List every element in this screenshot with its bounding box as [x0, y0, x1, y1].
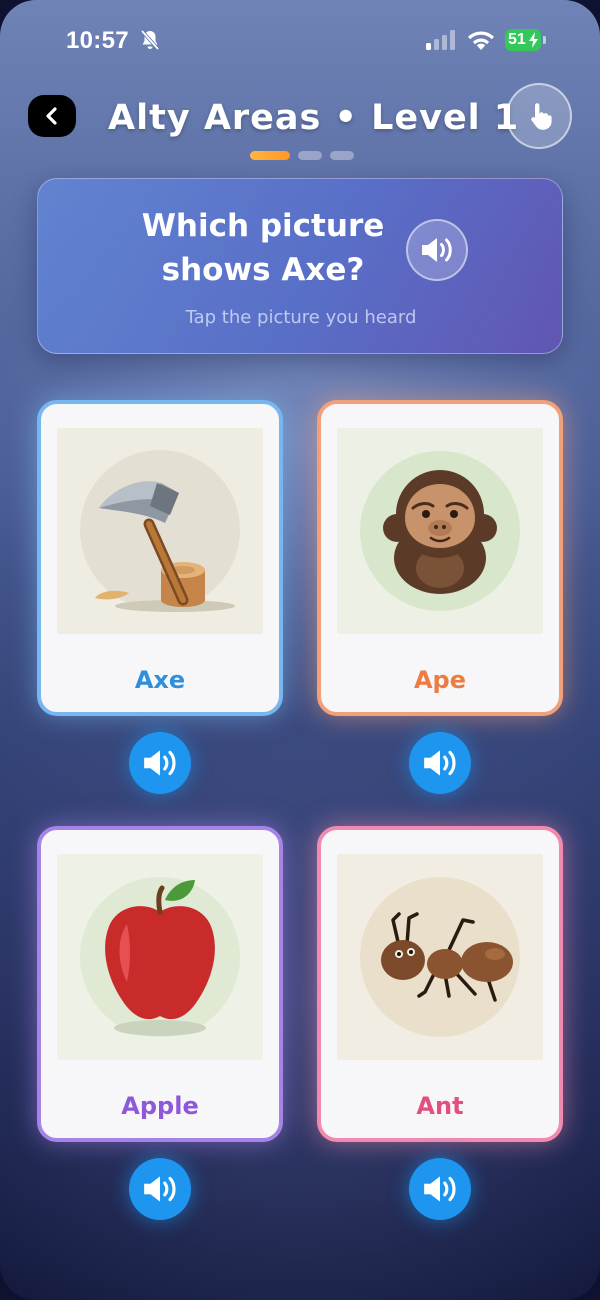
battery-percentage: 51 [508, 31, 526, 48]
speaker-icon [144, 750, 176, 776]
question-hint: Tap the picture you heard [185, 307, 417, 328]
ant-illustration [337, 854, 543, 1060]
battery-indicator: 51 [505, 29, 547, 51]
question-sound-button[interactable] [406, 219, 468, 281]
hand-pointer-icon [531, 103, 552, 130]
ape-illustration [337, 428, 543, 634]
choice-label: Ant [416, 1092, 464, 1120]
choice-card-apple[interactable]: Apple [37, 826, 283, 1142]
charging-bolt-icon [529, 32, 538, 48]
page-title: Alty Areas • Level 1 [108, 98, 520, 138]
choice-card-ape[interactable]: Ape [317, 400, 563, 716]
play-sound-button-ape[interactable] [409, 732, 471, 794]
wifi-icon [468, 31, 494, 50]
question-card: Which picture shows Axe? Tap the picture… [37, 178, 563, 354]
play-sound-button-apple[interactable] [129, 1158, 191, 1220]
level-progress [250, 151, 354, 160]
progress-step [298, 151, 322, 160]
bell-muted-icon [140, 29, 160, 51]
app-screen: 10:57 51 Alty Areas • Level 1 Which pict… [0, 0, 600, 1300]
status-bar: 10:57 51 [0, 0, 600, 80]
play-sound-button-axe[interactable] [129, 732, 191, 794]
cellular-signal-icon [426, 30, 455, 50]
progress-step [330, 151, 354, 160]
speaker-icon [424, 750, 456, 776]
back-button[interactable] [28, 95, 76, 137]
apple-illustration [57, 854, 263, 1060]
axe-illustration [57, 428, 263, 634]
status-time: 10:57 [66, 27, 129, 54]
play-sound-button-ant[interactable] [409, 1158, 471, 1220]
speaker-icon [424, 1176, 456, 1202]
chevron-left-icon [46, 107, 57, 125]
speaker-icon [144, 1176, 176, 1202]
speaker-icon [422, 238, 452, 262]
choice-label: Apple [121, 1092, 199, 1120]
choice-label: Ape [413, 666, 467, 694]
choice-card-ant[interactable]: Ant [317, 826, 563, 1142]
choice-label: Axe [134, 666, 186, 694]
question-text: Which picture shows Axe? [141, 208, 385, 288]
choice-card-axe[interactable]: Axe [37, 400, 283, 716]
progress-step-current [250, 151, 290, 160]
hint-button[interactable] [506, 83, 572, 149]
